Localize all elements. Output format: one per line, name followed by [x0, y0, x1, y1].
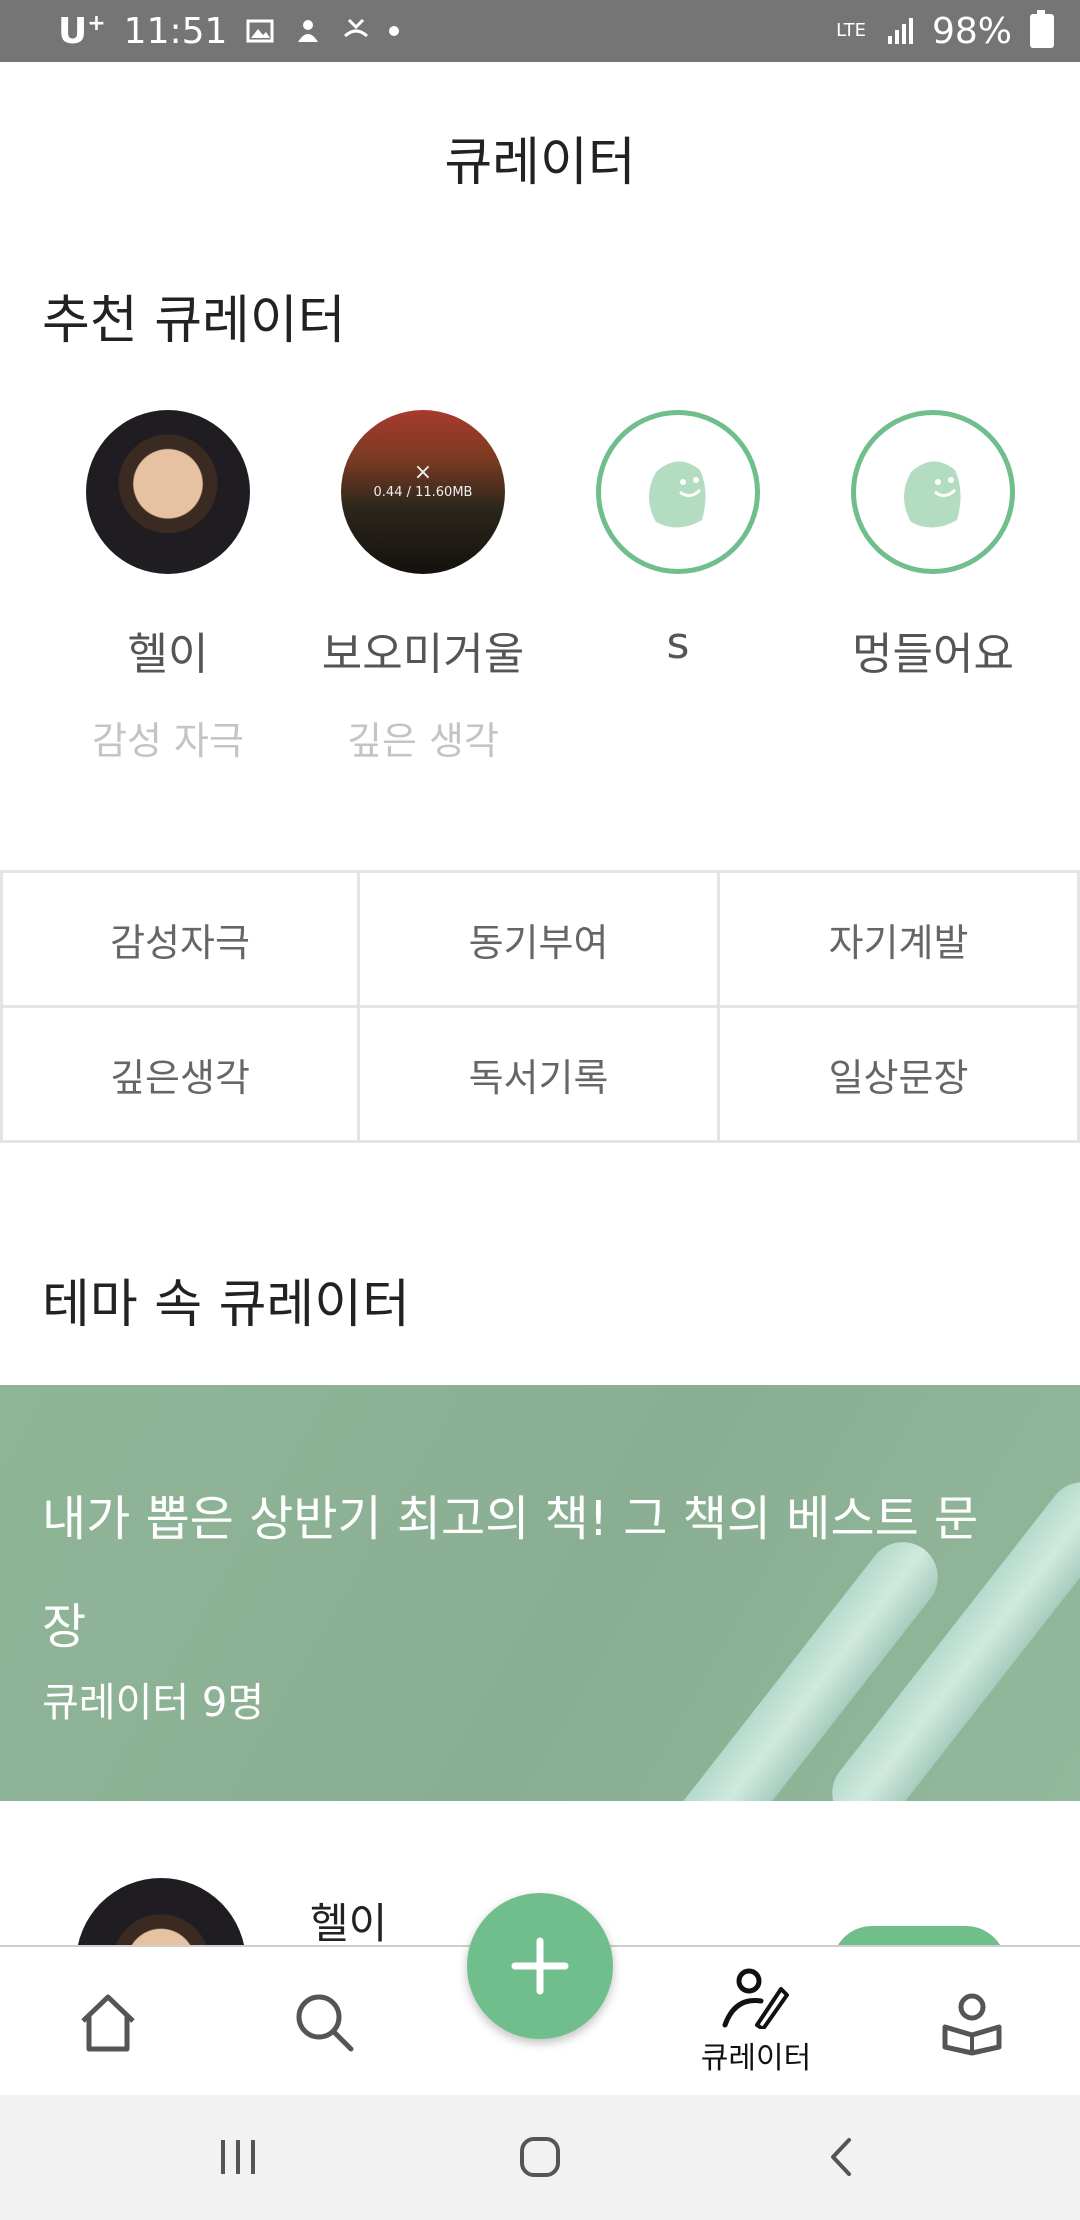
- curator-icon: [722, 1968, 789, 2029]
- search-icon: [296, 1994, 354, 2052]
- battery-icon: [1030, 10, 1054, 48]
- carrier-label: U+: [58, 10, 106, 52]
- category-item[interactable]: 일상문장: [720, 1008, 1080, 1143]
- close-icon: ×: [413, 460, 433, 485]
- list-curator-name: 헬이: [310, 1899, 388, 1948]
- curator-card[interactable]: × 0.44 / 11.60MB 보오미거울 깊은 생각: [303, 410, 543, 765]
- recent-apps-icon: [221, 2140, 255, 2174]
- missed-call-icon: [344, 18, 369, 38]
- nav-search[interactable]: [216, 1947, 432, 2097]
- nav-curator[interactable]: 큐레이터: [648, 1947, 864, 2097]
- mascot-icon: [904, 461, 961, 528]
- category-item[interactable]: 감성자극: [0, 873, 360, 1008]
- banner-title: 내가 뽑은 상반기 최고의 책! 그 책의 베스트 문장: [42, 1491, 979, 1655]
- system-navigation-bar: [0, 2095, 1080, 2220]
- home-button[interactable]: [500, 2125, 580, 2189]
- curator-tag: 깊은 생각: [347, 719, 499, 763]
- home-square-icon: [520, 2137, 560, 2177]
- back-button[interactable]: [802, 2125, 882, 2189]
- theme-banner[interactable]: 내가 뽑은 상반기 최고의 책! 그 책의 베스트 문장 큐레이터 9명: [0, 1385, 1080, 1801]
- home-icon: [81, 1994, 135, 2052]
- page-title: 큐레이터: [444, 133, 636, 193]
- category-item[interactable]: 깊은생각: [0, 1008, 360, 1143]
- video-overlay: × 0.44 / 11.60MB: [341, 460, 505, 500]
- curator-tag: 감성 자극: [92, 719, 244, 763]
- recent-apps-button[interactable]: [198, 2125, 278, 2189]
- category-grid: 감성자극 동기부여 자기계발 깊은생각 독서기록 일상문장: [0, 870, 1080, 1143]
- category-item[interactable]: 독서기록: [360, 1008, 720, 1143]
- status-bar: U+ 11:51 LTE 98%: [0, 0, 1080, 62]
- curator-name: 보오미거울: [321, 629, 525, 680]
- curator-avatar[interactable]: [596, 410, 760, 574]
- add-icon: [511, 1937, 569, 1995]
- curator-name: 헬이: [127, 629, 209, 680]
- banner-subtitle: 큐레이터 9명: [42, 1680, 265, 1726]
- signal-icon: [887, 18, 913, 44]
- nav-home[interactable]: [0, 1947, 216, 2097]
- curator-card[interactable]: 멍들어요: [813, 410, 1053, 682]
- category-item[interactable]: 동기부여: [360, 873, 720, 1008]
- more-notifications-dot: [389, 26, 400, 36]
- recommended-heading: 추천 큐레이터: [42, 291, 346, 351]
- nav-my-library[interactable]: [864, 1947, 1080, 2097]
- nav-curator-label: 큐레이터: [700, 2041, 812, 2076]
- network-type: LTE: [836, 20, 866, 41]
- curator-avatar[interactable]: × 0.44 / 11.60MB: [341, 410, 505, 574]
- gallery-icon: [246, 19, 274, 43]
- mascot-icon: [649, 461, 706, 528]
- library-profile-icon: [942, 1993, 1002, 2056]
- battery-percent: 98%: [931, 10, 1012, 52]
- curator-name: 멍들어요: [852, 629, 1014, 680]
- app-notification-icon: [298, 20, 319, 42]
- clock: 11:51: [123, 10, 228, 52]
- category-item[interactable]: 자기계발: [720, 873, 1080, 1008]
- curator-card[interactable]: s: [558, 410, 798, 669]
- theme-heading: 테마 속 큐레이터: [42, 1275, 410, 1335]
- curator-avatar[interactable]: [851, 410, 1015, 574]
- curator-avatar[interactable]: [86, 410, 250, 574]
- curator-name: s: [666, 618, 690, 669]
- add-button[interactable]: [467, 1893, 613, 2039]
- curator-card[interactable]: 헬이 감성 자극: [48, 410, 288, 765]
- back-icon: [831, 2138, 851, 2176]
